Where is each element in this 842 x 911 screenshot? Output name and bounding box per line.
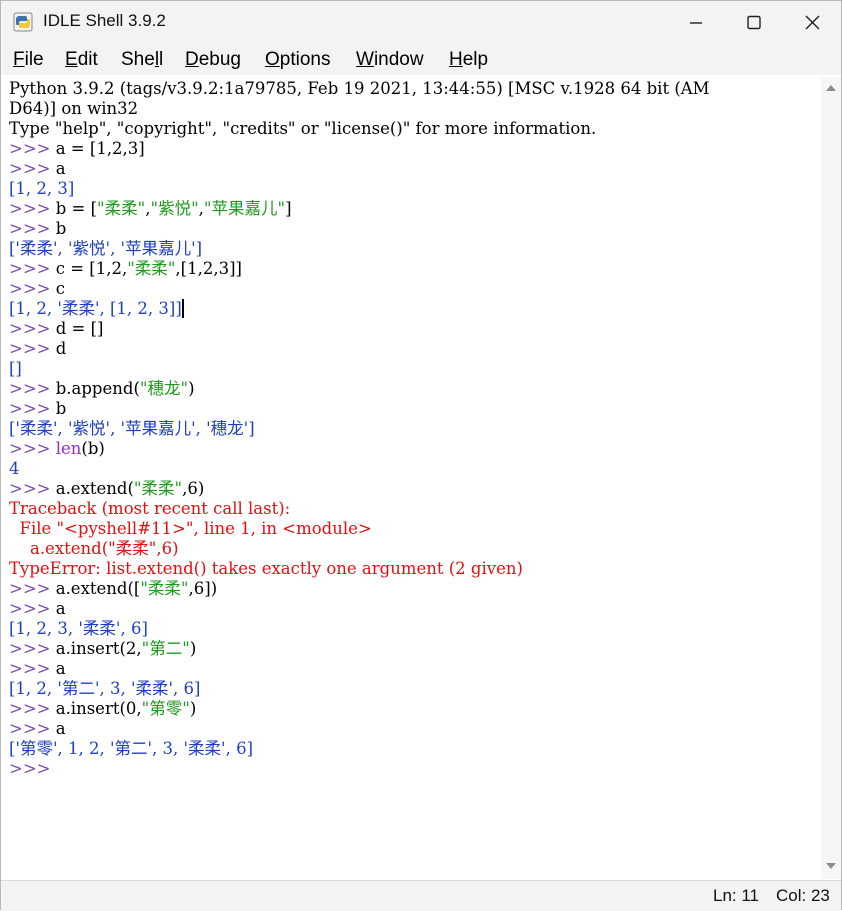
menu-debug[interactable]: Debug [185, 49, 241, 71]
shell-line: >>> d = [] [9, 319, 104, 338]
shell-line: >>> d [9, 339, 67, 358]
window-title: IDLE Shell 3.9.2 [43, 11, 166, 30]
shell-line: ['柔柔', '紫悦', '苹果嘉儿', '穗龙'] [9, 419, 255, 438]
shell-line: >>> a.insert(0,"第零") [9, 699, 197, 718]
shell-line: Traceback (most recent call last): [9, 499, 291, 518]
menu-help[interactable]: Help [449, 49, 488, 71]
shell-output: Python 3.9.2 (tags/v3.9.2:1a79785, Feb 1… [9, 79, 710, 779]
shell-text-area[interactable]: Python 3.9.2 (tags/v3.9.2:1a79785, Feb 1… [1, 77, 821, 879]
shell-line: >>> b [9, 399, 67, 418]
status-line: Ln: 11 [713, 886, 760, 905]
shell-line: ['第零', 1, 2, '第二', 3, '柔柔', 6] [9, 739, 254, 758]
menu-shell[interactable]: Shell [121, 49, 163, 71]
shell-line: 4 [9, 459, 20, 478]
shell-line: >>> a [9, 159, 66, 178]
shell-line: [1, 2, '第二', 3, '柔柔', 6] [9, 679, 201, 698]
shell-line: >>> b.append("穗龙") [9, 379, 195, 398]
shell-line: ['柔柔', '紫悦', '苹果嘉儿'] [9, 239, 203, 258]
title-bar: IDLE Shell 3.9.2 [1, 1, 841, 45]
shell-line: [1, 2, 3] [9, 179, 75, 198]
scroll-down-icon[interactable] [826, 861, 836, 871]
shell-line: a.extend("柔柔",6) [9, 539, 179, 558]
shell-line: [1, 2, '柔柔', [1, 2, 3]] [9, 299, 184, 318]
menu-options[interactable]: Options [265, 49, 330, 71]
vertical-scrollbar[interactable] [821, 77, 841, 879]
shell-line: >>> b [9, 219, 67, 238]
shell-line: D64)] on win32 [9, 99, 139, 118]
shell-line: Python 3.9.2 (tags/v3.9.2:1a79785, Feb 1… [9, 79, 710, 98]
shell-line: >>> b = ["柔柔","紫悦","苹果嘉儿"] [9, 199, 292, 218]
shell-line: >>> a.extend("柔柔",6) [9, 479, 205, 498]
text-cursor [181, 299, 184, 318]
maximize-button[interactable] [725, 1, 783, 45]
shell-line: >>> a [9, 719, 66, 738]
shell-line: >>> a [9, 599, 66, 618]
python-idle-icon [13, 12, 33, 32]
shell-line: >>> len(b) [9, 439, 105, 458]
status-bar: Ln: 11 Col: 23 [1, 880, 841, 911]
close-button[interactable] [783, 1, 841, 45]
shell-line: TypeError: list.extend() takes exactly o… [9, 559, 523, 578]
shell-line: >>> [9, 759, 51, 778]
idle-shell-window: IDLE Shell 3.9.2 File Edit Shell Debug O… [0, 0, 842, 911]
shell-line: >>> a [9, 659, 66, 678]
minimize-icon [690, 22, 702, 24]
shell-line: >>> c [9, 279, 65, 298]
maximize-icon [747, 15, 761, 30]
menu-bar: File Edit Shell Debug Options Window Hel… [1, 45, 841, 75]
shell-line: >>> c = [1,2,"柔柔",[1,2,3]] [9, 259, 242, 278]
status-column: Col: 23 [776, 886, 830, 905]
shell-line: [] [9, 359, 22, 378]
shell-line: Type "help", "copyright", "credits" or "… [9, 119, 597, 138]
close-icon [805, 15, 820, 30]
shell-line: >>> a.extend(["柔柔",6]) [9, 579, 218, 598]
shell-line: File "<pyshell#11>", line 1, in <module> [9, 519, 372, 538]
minimize-button[interactable] [667, 1, 725, 45]
menu-file[interactable]: File [13, 49, 44, 71]
menu-window[interactable]: Window [356, 49, 424, 71]
shell-line: >>> a.insert(2,"第二") [9, 639, 197, 658]
menu-edit[interactable]: Edit [65, 49, 98, 71]
shell-line: >>> a = [1,2,3] [9, 139, 145, 158]
shell-line: [1, 2, 3, '柔柔', 6] [9, 619, 148, 638]
scroll-up-icon[interactable] [826, 83, 836, 93]
